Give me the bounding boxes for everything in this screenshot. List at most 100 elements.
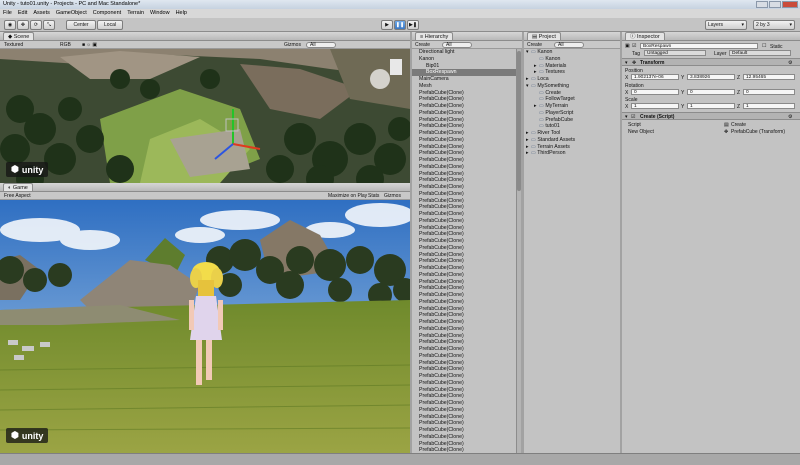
hierarchy-item[interactable]: PrefabCube(Clone) [412, 171, 516, 178]
hierarchy-item[interactable]: Kanon [412, 56, 516, 63]
hierarchy-item[interactable]: PrefabCube(Clone) [412, 177, 516, 184]
project-item[interactable]: ▸ ▭ Terrain Assets [524, 144, 620, 151]
rotation-z-field[interactable]: 0 [743, 89, 795, 95]
pivot-center-button[interactable]: Center [66, 20, 96, 30]
menu-help[interactable]: Help [176, 9, 187, 18]
project-item[interactable]: ▸ ▭ Textures [524, 69, 620, 76]
tab-project[interactable]: ▤ Project [527, 32, 561, 40]
project-item[interactable]: ▭ tuto01 [524, 123, 620, 130]
hierarchy-item[interactable]: PrefabCube(Clone) [412, 225, 516, 232]
rotation-y-field[interactable]: 0 [687, 89, 735, 95]
hierarchy-item[interactable]: PrefabCube(Clone) [412, 130, 516, 137]
hierarchy-item[interactable]: PrefabCube(Clone) [412, 400, 516, 407]
project-item[interactable]: ▸ ▭ River Tool [524, 130, 620, 137]
tab-hierarchy[interactable]: ≡ Hierarchy [415, 32, 454, 40]
hierarchy-item[interactable]: PrefabCube(Clone) [412, 420, 516, 427]
pause-button[interactable]: ❚❚ [394, 20, 406, 30]
tab-game[interactable]: ◐ Game [3, 183, 33, 191]
hierarchy-item[interactable]: PrefabCube(Clone) [412, 434, 516, 441]
rotate-tool-button[interactable]: ⟳ [30, 20, 42, 30]
gear-icon[interactable]: ⚙ [788, 114, 792, 120]
menu-window[interactable]: Window [150, 9, 170, 18]
hierarchy-item[interactable]: PrefabCube(Clone) [412, 117, 516, 124]
maximize-button[interactable] [769, 1, 781, 8]
hierarchy-item[interactable]: PrefabCube(Clone) [412, 157, 516, 164]
hierarchy-item[interactable]: PrefabCube(Clone) [412, 252, 516, 259]
hierarchy-item[interactable]: Mesh [412, 83, 516, 90]
hierarchy-scroll-thumb[interactable] [517, 51, 521, 191]
hierarchy-item[interactable]: PrefabCube(Clone) [412, 123, 516, 130]
hierarchy-item[interactable]: PrefabCube(Clone) [412, 339, 516, 346]
hierarchy-item[interactable]: PrefabCube(Clone) [412, 204, 516, 211]
game-gizmos-toggle[interactable]: Gizmos [384, 192, 401, 200]
hierarchy-item[interactable]: PrefabCube(Clone) [412, 360, 516, 367]
project-item[interactable]: ▭ FollowTarget [524, 96, 620, 103]
game-view[interactable]: ⬢ unity [0, 200, 410, 453]
hand-tool-button[interactable]: ◉ [4, 20, 16, 30]
position-z-field[interactable]: 12.95465 [743, 74, 795, 80]
hierarchy-item[interactable]: PrefabCube(Clone) [412, 306, 516, 313]
project-create-dropdown[interactable]: Create [527, 41, 542, 49]
hierarchy-item[interactable]: PrefabCube(Clone) [412, 441, 516, 448]
hierarchy-item[interactable]: PrefabCube(Clone) [412, 312, 516, 319]
hierarchy-item[interactable]: PrefabCube(Clone) [412, 272, 516, 279]
hierarchy-item[interactable]: PrefabCube(Clone) [412, 279, 516, 286]
position-x-field[interactable]: 1.902137e-06 [631, 74, 679, 80]
hierarchy-search-input[interactable]: All [442, 42, 472, 48]
hierarchy-item[interactable]: PrefabCube(Clone) [412, 285, 516, 292]
pivot-local-button[interactable]: Local [97, 20, 123, 30]
gear-icon[interactable]: ⚙ [788, 60, 792, 66]
project-item[interactable]: ▸ ▭ ThirdPerson [524, 150, 620, 157]
hierarchy-item[interactable]: PrefabCube(Clone) [412, 150, 516, 157]
menu-gameobject[interactable]: GameObject [56, 9, 87, 18]
script-value[interactable]: Create [731, 122, 746, 128]
component-enabled-checkbox[interactable]: ☑ [631, 114, 635, 120]
menu-file[interactable]: File [3, 9, 12, 18]
hierarchy-item[interactable]: PrefabCube(Clone) [412, 198, 516, 205]
menu-component[interactable]: Component [93, 9, 121, 18]
layer-dropdown[interactable]: Default [729, 50, 791, 56]
hierarchy-item[interactable]: PrefabCube(Clone) [412, 366, 516, 373]
project-item[interactable]: ▾ ▭ MySomething [524, 83, 620, 90]
position-y-field[interactable]: 3.838926 [687, 74, 735, 80]
tab-scene[interactable]: ◆ Scene [3, 32, 35, 40]
scene-search-input[interactable]: All [306, 42, 336, 48]
tag-dropdown[interactable]: Untagged [644, 50, 706, 56]
hierarchy-scrollbar[interactable] [516, 49, 521, 453]
hierarchy-item[interactable]: PrefabCube(Clone) [412, 373, 516, 380]
hierarchy-item[interactable]: PrefabCube(Clone) [412, 380, 516, 387]
project-item[interactable]: ▭ PlayerScript [524, 110, 620, 117]
hierarchy-item[interactable]: PrefabCube(Clone) [412, 184, 516, 191]
project-item[interactable]: ▸ ▭ MyTerrain [524, 103, 620, 110]
render-mode-dropdown[interactable]: RGB [60, 41, 71, 49]
hierarchy-item[interactable]: PrefabCube(Clone) [412, 211, 516, 218]
hierarchy-item[interactable]: PrefabCube(Clone) [412, 90, 516, 97]
hierarchy-item[interactable]: Directional light [412, 49, 516, 56]
scale-y-field[interactable]: 1 [687, 103, 735, 109]
menu-terrain[interactable]: Terrain [127, 9, 144, 18]
scene-view[interactable]: ⬢ unity [0, 49, 410, 183]
hierarchy-item[interactable]: BoxRespawn [412, 69, 516, 76]
hierarchy-item[interactable]: MainCamera [412, 76, 516, 83]
hierarchy-item[interactable]: PrefabCube(Clone) [412, 144, 516, 151]
transform-header[interactable]: ▾ ✥ Transform ⚙ [622, 58, 800, 66]
hierarchy-item[interactable]: PrefabCube(Clone) [412, 353, 516, 360]
hierarchy-item[interactable]: PrefabCube(Clone) [412, 292, 516, 299]
hierarchy-item[interactable]: PrefabCube(Clone) [412, 393, 516, 400]
hierarchy-item[interactable]: PrefabCube(Clone) [412, 103, 516, 110]
project-item[interactable]: ▭ PrefabCube [524, 117, 620, 124]
hierarchy-item[interactable]: Bip01 [412, 63, 516, 70]
stats-toggle[interactable]: Stats [368, 192, 379, 200]
move-tool-button[interactable]: ✥ [17, 20, 29, 30]
project-search-input[interactable]: All [554, 42, 584, 48]
hierarchy-item[interactable]: PrefabCube(Clone) [412, 110, 516, 117]
menu-edit[interactable]: Edit [18, 9, 27, 18]
scale-x-field[interactable]: 1 [631, 103, 679, 109]
project-item[interactable]: ▭ Create [524, 90, 620, 97]
maximize-on-play-toggle[interactable]: Maximize on Play [328, 192, 367, 200]
step-button[interactable]: ▶❚ [407, 20, 419, 30]
project-item[interactable]: ▸ ▭ Materials [524, 63, 620, 70]
play-button[interactable]: ▶ [381, 20, 393, 30]
minimize-button[interactable] [756, 1, 768, 8]
layout-dropdown[interactable]: 2 by 3 ▾ [753, 20, 795, 30]
